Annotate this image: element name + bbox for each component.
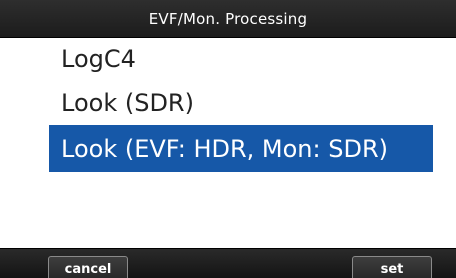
cancel-button[interactable]: cancel [48, 256, 128, 278]
page-title: EVF/Mon. Processing [148, 9, 308, 28]
evf-mon-processing-screen: EVF/Mon. Processing LogC4 Look (SDR) Loo… [0, 0, 456, 278]
list-item-label: LogC4 [61, 45, 136, 73]
softkey-bar: cancel set [0, 248, 456, 278]
list-item-logc4[interactable]: LogC4 [49, 38, 433, 82]
list-item-label: Look (EVF: HDR, Mon: SDR) [61, 134, 388, 163]
set-button-label: set [380, 262, 404, 277]
list-item-look-sdr[interactable]: Look (SDR) [49, 80, 433, 126]
list-item-label: Look (SDR) [61, 89, 194, 117]
cancel-button-label: cancel [64, 262, 112, 277]
title-bar: EVF/Mon. Processing [0, 0, 456, 38]
processing-option-list[interactable]: LogC4 Look (SDR) Look (EVF: HDR, Mon: SD… [0, 38, 456, 248]
set-button[interactable]: set [352, 256, 432, 278]
list-item-look-evf-hdr-mon-sdr[interactable]: Look (EVF: HDR, Mon: SDR) [49, 125, 433, 172]
